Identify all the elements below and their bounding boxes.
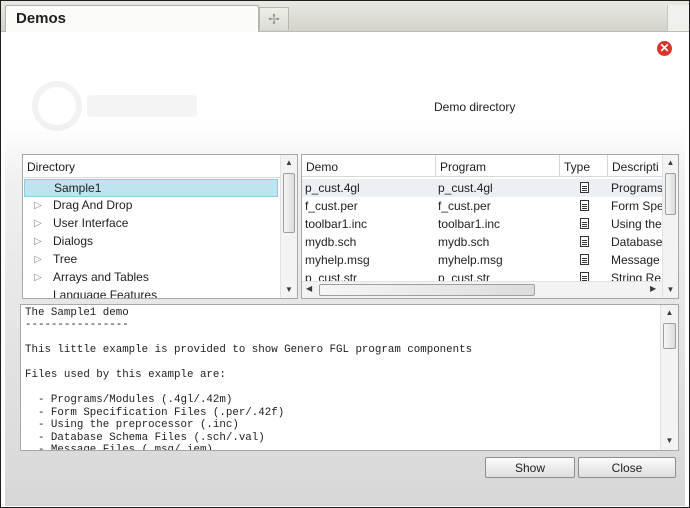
cell-program: f_cust.per (438, 199, 491, 213)
expand-arrow-icon[interactable]: ▷ (34, 197, 42, 214)
tree-item-label: User Interface (53, 216, 129, 230)
tab-demos[interactable]: Demos (5, 5, 259, 32)
table-row[interactable]: myhelp.msg myhelp.msg Message (302, 251, 662, 269)
tree-item-drag-and-drop[interactable]: ▷ Drag And Drop (24, 197, 278, 215)
close-button[interactable]: Close (578, 457, 676, 478)
table-row[interactable]: f_cust.per f_cust.per Form Spe (302, 197, 662, 215)
cell-demo: mydb.sch (305, 235, 357, 249)
expand-arrow-icon[interactable]: ▷ (34, 215, 42, 232)
cell-program: myhelp.msg (438, 253, 503, 267)
table-vertical-scrollbar[interactable]: ▲ ▼ (662, 155, 678, 298)
table-hscroll-thumb[interactable] (319, 284, 535, 296)
document-icon (580, 182, 589, 193)
description-textarea[interactable]: The Sample1 demo ---------------- This l… (20, 304, 679, 451)
tree-item-tree[interactable]: ▷ Tree (24, 251, 278, 269)
cell-description: Form Spe (611, 199, 662, 213)
scroll-down-icon[interactable]: ▼ (281, 285, 297, 294)
demo-table: Demo Program Type Descripti p_cust.4gl p… (301, 154, 679, 299)
demos-window: Demos ✢ ✕ Demo directory Directory Sampl… (0, 0, 690, 508)
tree-item-label: Drag And Drop (53, 198, 133, 212)
document-icon (580, 200, 589, 211)
column-header-description[interactable]: Descripti (608, 155, 662, 177)
scroll-down-icon[interactable]: ▼ (661, 436, 678, 445)
column-header-program[interactable]: Program (436, 155, 560, 177)
cell-demo: f_cust.per (305, 199, 358, 213)
scroll-up-icon[interactable]: ▲ (661, 308, 678, 317)
tree-item-label: Dialogs (53, 234, 94, 248)
close-icon[interactable]: ✕ (657, 41, 672, 56)
scroll-left-icon[interactable]: ◀ (306, 284, 312, 293)
expand-arrow-icon[interactable]: ▷ (34, 251, 42, 268)
tree-item-dialogs[interactable]: ▷ Dialogs (24, 233, 278, 251)
page-title: Demo directory (434, 100, 516, 114)
cell-description: Using the (611, 217, 662, 231)
cell-program: p_cust.4gl (438, 181, 493, 195)
tree-scroll-thumb[interactable] (283, 173, 295, 233)
tab-bar: Demos ✢ (1, 1, 689, 32)
table-horizontal-scrollbar[interactable]: ◀ ▶ (302, 281, 662, 298)
plus-icon[interactable]: ✢ (259, 7, 289, 30)
tree-header-label: Directory (27, 160, 76, 174)
document-icon (580, 218, 589, 229)
cell-demo: p_cust.4gl (305, 181, 360, 195)
table-vscroll-thumb[interactable] (665, 173, 676, 215)
directory-tree: Directory Sample1 ▷ Drag And Drop ▷ User… (22, 154, 298, 299)
tree-item-sample1[interactable]: Sample1 (24, 179, 278, 197)
scroll-up-icon[interactable]: ▲ (281, 158, 297, 167)
logo-watermark-icon (32, 81, 197, 131)
tree-item-label: Sample1 (54, 181, 102, 195)
tab-bar-end (667, 5, 689, 31)
tree-item-label: Tree (53, 252, 78, 266)
text-scroll-thumb[interactable] (663, 323, 676, 349)
tree-header[interactable]: Directory (23, 155, 297, 178)
cell-demo: toolbar1.inc (305, 217, 368, 231)
tree-item-label: Arrays and Tables (53, 270, 149, 284)
expand-arrow-icon[interactable]: ▷ (34, 233, 42, 250)
scroll-right-icon[interactable]: ▶ (650, 284, 656, 293)
tree-item-language-features[interactable]: Language Features (24, 287, 278, 299)
tab-title: Demos (16, 10, 67, 27)
cell-description: Message (611, 253, 660, 267)
scroll-up-icon[interactable]: ▲ (663, 158, 678, 167)
document-icon (580, 254, 589, 265)
tree-item-user-interface[interactable]: ▷ User Interface (24, 215, 278, 233)
cell-description: Database (611, 235, 662, 249)
document-icon (580, 236, 589, 247)
expand-arrow-icon[interactable]: ▷ (34, 269, 42, 286)
cell-program: toolbar1.inc (438, 217, 501, 231)
cell-program: mydb.sch (438, 235, 490, 249)
column-header-demo[interactable]: Demo (302, 155, 436, 177)
column-header-type[interactable]: Type (560, 155, 608, 177)
cell-description: Programs (611, 181, 662, 195)
table-row[interactable]: toolbar1.inc toolbar1.inc Using the (302, 215, 662, 233)
text-scrollbar[interactable]: ▲ ▼ (660, 305, 678, 450)
tree-item-label: Language Features (53, 288, 158, 299)
scroll-down-icon[interactable]: ▼ (663, 285, 678, 294)
show-button[interactable]: Show (485, 457, 575, 478)
description-text: The Sample1 demo ---------------- This l… (25, 307, 473, 451)
table-row[interactable]: p_cust.4gl p_cust.4gl Programs (302, 179, 662, 197)
cell-demo: myhelp.msg (305, 253, 370, 267)
table-row[interactable]: mydb.sch mydb.sch Database (302, 233, 662, 251)
tree-item-arrays-and-tables[interactable]: ▷ Arrays and Tables (24, 269, 278, 287)
tree-scrollbar[interactable]: ▲ ▼ (280, 155, 297, 298)
